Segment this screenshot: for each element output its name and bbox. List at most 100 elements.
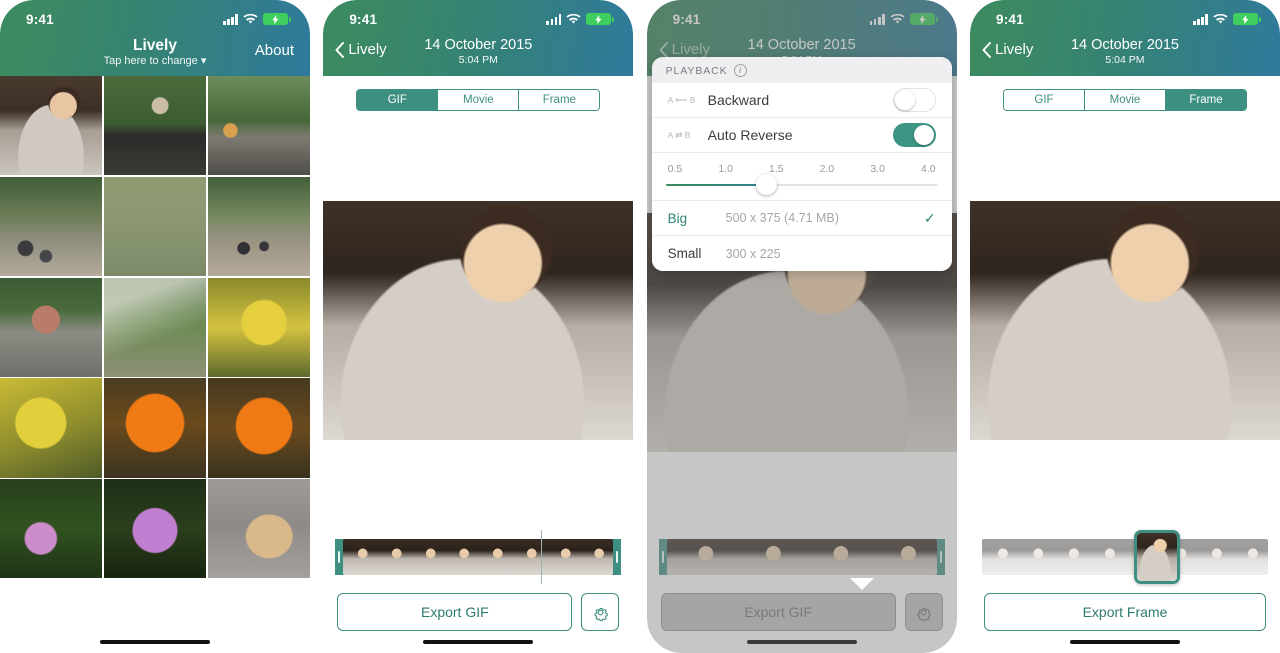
segment-gif[interactable]: GIF	[357, 90, 439, 110]
size-option-big[interactable]: Big 500 x 375 (4.71 MB) ✓	[651, 201, 952, 236]
photo-cell-park-pathway[interactable]	[207, 76, 310, 176]
page-subtitle[interactable]: Tap here to change ▾	[104, 54, 207, 68]
status-bar: 9:41	[323, 6, 633, 32]
battery-charging-icon	[1232, 13, 1261, 25]
export-mode-segmented-control[interactable]: GIF Movie Frame	[1002, 89, 1247, 111]
phone-panel-library: 9:41 Lively Tap here to change ▾ About	[0, 0, 310, 653]
setting-label-backward: Backward	[707, 92, 770, 108]
cellular-signal-icon	[546, 14, 562, 25]
filmstrip-frame[interactable]	[1196, 539, 1233, 575]
trim-handle-right[interactable]	[613, 539, 622, 575]
photo-cell-pigeons-by-pond[interactable]	[0, 176, 103, 277]
status-bar: 9:41	[0, 6, 310, 32]
photo-cell-person-in-park[interactable]	[103, 76, 207, 176]
status-time: 9:41	[26, 11, 54, 27]
filmstrip-frames[interactable]	[343, 539, 614, 575]
export-mode-segmented-control[interactable]: GIF Movie Frame	[356, 89, 601, 111]
speed-slider-fill	[665, 184, 767, 186]
segment-movie[interactable]: Movie	[438, 90, 520, 110]
size-option-dimensions: 300 x 225	[725, 246, 781, 261]
filmstrip-frame[interactable]	[579, 539, 614, 575]
popover-arrow	[849, 578, 874, 590]
filmstrip-frame[interactable]	[1053, 539, 1090, 575]
home-indicator[interactable]	[0, 631, 310, 653]
photo-cell-poodle-on-street[interactable]	[207, 479, 310, 579]
trim-handle-left[interactable]	[335, 539, 344, 575]
segment-frame[interactable]: Frame	[1165, 90, 1246, 110]
gif-preview[interactable]	[323, 200, 634, 440]
filmstrip-frame[interactable]	[1017, 539, 1054, 575]
export-frame-button[interactable]: Export Frame	[983, 593, 1266, 631]
speed-slider-thumb[interactable]	[756, 174, 778, 195]
photo-cell-pond-water[interactable]	[103, 176, 207, 277]
detail-title-bar: Lively 14 October 2015 5:04 PM	[970, 32, 1280, 76]
speed-tick: 1.0	[718, 163, 733, 175]
photo-cell-pigeons-on-ledge[interactable]	[207, 176, 310, 277]
filmstrip-frame[interactable]	[981, 539, 1018, 575]
info-icon[interactable]: i	[733, 64, 747, 77]
battery-charging-icon	[263, 13, 291, 25]
photo-cell-orange-flowers-a[interactable]	[103, 378, 207, 478]
filmstrip-frame[interactable]	[1089, 539, 1125, 575]
playback-settings-popover: PLAYBACK i A ⟵ B Backward A ⇄ B Auto Rev…	[651, 57, 952, 271]
size-option-small[interactable]: Small 300 x 225	[651, 236, 952, 271]
cellular-signal-icon	[1193, 14, 1208, 25]
photo-cell-yellow-blossoms[interactable]	[207, 277, 310, 377]
cellular-signal-icon	[223, 14, 238, 25]
setting-row-auto-reverse[interactable]: A ⇄ B Auto Reverse	[651, 118, 952, 153]
size-option-dimensions: 500 x 375 (4.71 MB)	[725, 211, 839, 225]
photo-cell-stone-fountain[interactable]	[0, 277, 103, 377]
detail-title-bar: Lively 14 October 2015 5:04 PM	[323, 32, 633, 76]
setting-label-auto-reverse: Auto Reverse	[707, 127, 793, 143]
phone-panel-playback-settings: 9:41 Lively 14 October 2015 Export GIF P…	[646, 0, 957, 653]
navigation-bar-frame: 9:41 Lively 14 October 2015 5:04 PM	[969, 0, 1280, 76]
speed-tick: 3.0	[870, 163, 885, 175]
auto-reverse-arrow-icon: A ⇄ B	[667, 129, 691, 140]
settings-gear-button[interactable]	[581, 593, 620, 631]
segment-frame[interactable]: Frame	[519, 90, 600, 110]
segment-movie[interactable]: Movie	[1084, 90, 1166, 110]
segment-gif[interactable]: GIF	[1003, 90, 1085, 110]
playhead-indicator[interactable]	[541, 530, 543, 584]
speed-slider-track[interactable]	[665, 174, 938, 195]
home-indicator[interactable]	[970, 631, 1280, 653]
filmstrip-frame[interactable]	[343, 539, 378, 575]
filmstrip-frame[interactable]	[410, 539, 445, 575]
backward-toggle[interactable]	[892, 88, 936, 112]
filmstrip-trimmer[interactable]	[335, 530, 622, 584]
size-option-name: Small	[667, 246, 702, 261]
filmstrip-frame[interactable]	[444, 539, 479, 575]
photo-cell-pink-orchids[interactable]	[0, 479, 103, 579]
popover-section-label: PLAYBACK	[665, 64, 728, 77]
about-button[interactable]: About	[255, 42, 294, 59]
selected-frame-thumbnail[interactable]	[1133, 530, 1180, 584]
export-gif-button[interactable]: Export GIF	[337, 593, 573, 631]
frame-preview[interactable]	[969, 200, 1280, 440]
photo-cell-baby-on-bed[interactable]	[0, 76, 103, 176]
photo-cell-orange-flowers-b[interactable]	[207, 378, 310, 478]
filmstrip-frames[interactable]	[981, 539, 1268, 575]
setting-row-backward[interactable]: A ⟵ B Backward	[651, 83, 952, 118]
filmstrip-selector[interactable]	[981, 530, 1268, 584]
filmstrip-frame[interactable]	[545, 539, 580, 575]
home-indicator[interactable]	[323, 631, 633, 653]
detail-date: 14 October 2015	[1070, 37, 1179, 53]
filmstrip-frame[interactable]	[377, 539, 411, 575]
speed-tick: 1.5	[769, 163, 784, 175]
playback-speed-control[interactable]: 0.5 1.0 1.5 2.0 3.0 4.0	[651, 153, 952, 201]
photo-cell-purple-orchids[interactable]	[103, 479, 207, 579]
checkmark-icon: ✓	[923, 209, 936, 226]
photo-cell-grass-plumes[interactable]	[103, 277, 207, 377]
speed-tick: 0.5	[667, 163, 683, 175]
detail-time: 5:04 PM	[458, 54, 498, 66]
status-time: 9:41	[349, 11, 378, 27]
auto-reverse-toggle[interactable]	[892, 123, 936, 147]
filmstrip-frame[interactable]	[1232, 539, 1268, 575]
wifi-icon	[566, 14, 581, 25]
photo-cell-yellow-flowers[interactable]	[0, 378, 103, 478]
filmstrip-frame[interactable]	[478, 539, 513, 575]
detail-date: 14 October 2015	[424, 37, 533, 53]
page-title[interactable]: Lively	[133, 37, 177, 54]
speed-tick: 2.0	[819, 163, 835, 175]
status-bar: 9:41	[970, 6, 1280, 32]
